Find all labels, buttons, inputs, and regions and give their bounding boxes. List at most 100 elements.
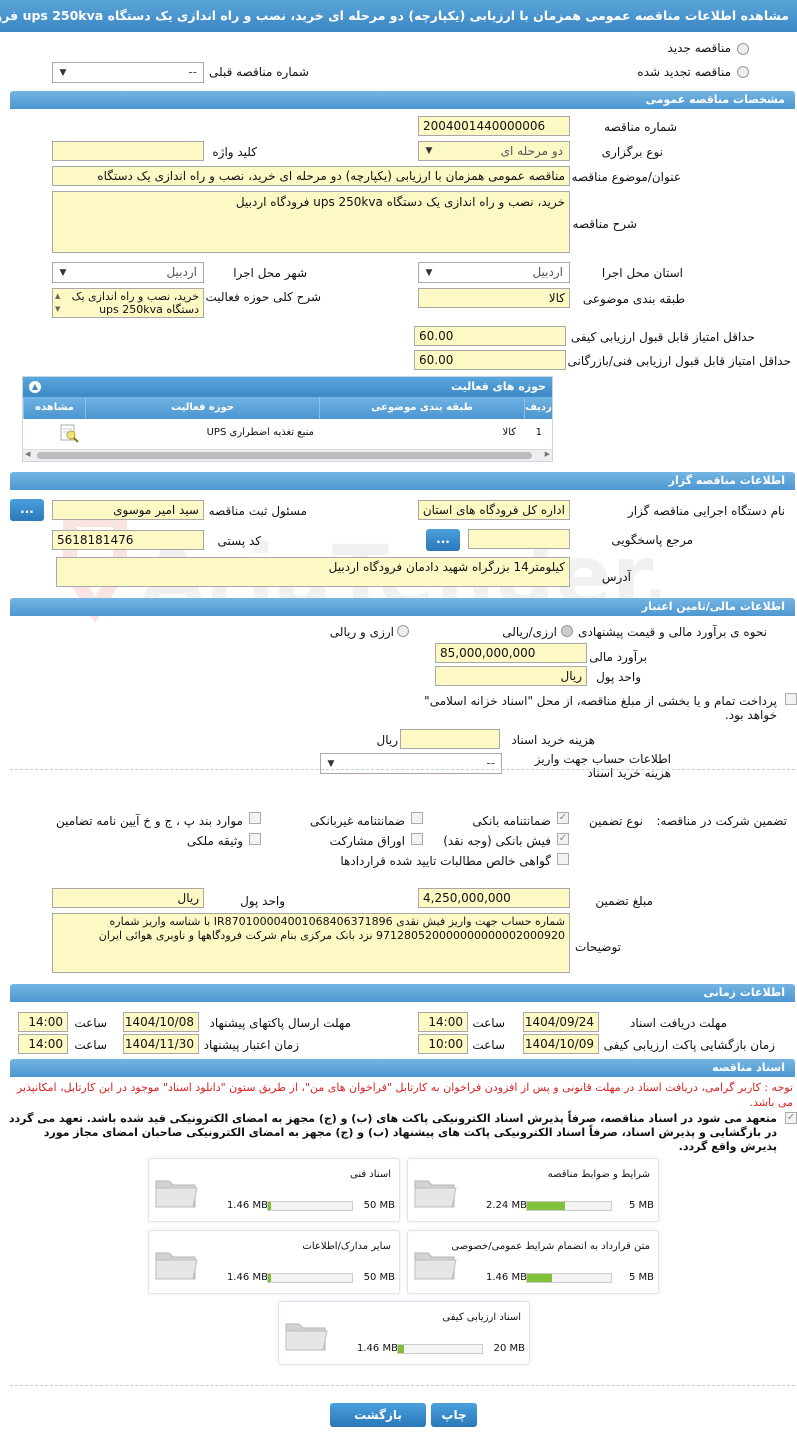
guarantee-unit-field[interactable]: ریال (52, 888, 204, 908)
send-time-label: ساعت (74, 1016, 107, 1030)
prev-number-select[interactable]: -- ▼ (52, 62, 204, 83)
commitment-checkbox[interactable]: ✓ (785, 1112, 797, 1124)
postal-field[interactable]: 5618181476 (52, 530, 204, 550)
doc-receive-time[interactable]: 14:00 (418, 1012, 468, 1032)
doc-card-title: متن قرارداد به انضمام شرایط عمومی/خصوصی (451, 1241, 650, 1252)
treasury-checkbox[interactable] (785, 693, 797, 705)
org-field[interactable]: اداره کل فرودگاه های استان (418, 500, 570, 520)
min-quality-label: حداقل امتیاز قابل قبول ارزیابی کیفی (570, 330, 755, 344)
estimate-label: نحوه ی برآورد مالی و قیمت پیشنهادی (578, 625, 767, 639)
print-button[interactable]: چاپ (431, 1403, 477, 1427)
doc-card-progress (397, 1344, 483, 1354)
activity-value: خرید، نصب و راه اندازی یک دستگاه ups 250… (71, 290, 199, 316)
doc-card-2[interactable]: اسناد فنی 1.46 MB 50 MB (148, 1158, 400, 1222)
currency-rial-radio[interactable] (561, 625, 573, 637)
doc-card-4[interactable]: سایر مدارک/اطلاعات 1.46 MB 50 MB (148, 1230, 400, 1294)
subject-field[interactable]: مناقصه عمومی همزمان با ارزیابی (یکپارچه)… (52, 166, 570, 186)
bank-receipt-checkbox[interactable]: ✓ (557, 833, 569, 845)
doc-card-max: 5 MB (628, 1272, 654, 1283)
address-field[interactable]: کیلومتر14 بزرگراه شهید دادمان فرودگاه ار… (56, 557, 570, 587)
chevron-down-icon: ▼ (425, 146, 433, 156)
send-date[interactable]: 1404/10/08 (123, 1012, 199, 1032)
folder-icon (283, 1314, 329, 1354)
bonds-label: اوراق مشارکت (329, 834, 405, 848)
regulation-items-checkbox[interactable] (249, 812, 261, 824)
nonbank-guarantee-checkbox[interactable] (411, 812, 423, 824)
validity-date[interactable]: 1404/11/30 (123, 1034, 199, 1054)
doc-receive-time-label: ساعت (472, 1016, 505, 1030)
doc-card-3[interactable]: متن قرارداد به انضمام شرایط عمومی/خصوصی 1… (407, 1230, 659, 1294)
activity-field[interactable]: خرید، نصب و راه اندازی یک دستگاه ups 250… (52, 288, 204, 318)
province-select[interactable]: اردبیل ▼ (418, 262, 570, 283)
doc-card-5[interactable]: اسناد ارزیابی کیفی 1.46 MB 20 MB (278, 1301, 530, 1365)
type-select[interactable]: دو مرحله ای ▼ (418, 141, 570, 161)
new-tender-label: مناقصه جدید (667, 41, 731, 55)
responsible-field[interactable]: سید امیر موسوی (52, 500, 204, 520)
keyword-field[interactable] (52, 141, 204, 161)
send-time[interactable]: 14:00 (18, 1012, 68, 1032)
property-checkbox[interactable] (249, 833, 261, 845)
estimate-amount-field[interactable]: 85,000,000,000 (435, 643, 587, 663)
number-field[interactable]: 2004001440000006 (418, 116, 570, 136)
scroll-left-icon[interactable]: ◀ (25, 450, 30, 458)
open-date[interactable]: 1404/10/09 (523, 1034, 599, 1054)
guarantee-unit-label: واحد پول (240, 894, 285, 908)
new-tender-radio[interactable] (737, 43, 749, 55)
doc-receive-date[interactable]: 1404/09/24 (523, 1012, 599, 1032)
select-responsible-button[interactable]: ... (10, 499, 44, 521)
min-quality-field[interactable]: 60.00 (414, 326, 566, 346)
doc-receive-label: مهلت دریافت اسناد (629, 1016, 727, 1030)
open-time[interactable]: 10:00 (418, 1034, 468, 1054)
timing-section-header: اطلاعات زمانی (10, 984, 795, 1002)
bank-guarantee-checkbox[interactable]: ✓ (557, 812, 569, 824)
doc-card-title: اسناد ارزیابی کیفی (442, 1312, 521, 1323)
guarantee-amount-field[interactable]: 4,250,000,000 (418, 888, 570, 908)
ref-field[interactable] (468, 529, 570, 549)
doc-card-max: 50 MB (363, 1272, 395, 1283)
city-value: اردبیل (166, 265, 197, 279)
account-select[interactable]: -- ▼ (320, 753, 502, 774)
min-tech-label: حداقل امتیاز قابل قبول ارزیابی فنی/بازرگ… (567, 354, 791, 368)
chevron-down-icon: ▼ (59, 267, 67, 278)
min-tech-field[interactable]: 60.00 (414, 350, 566, 370)
currency-and-rial-radio[interactable] (397, 625, 409, 637)
renewed-tender-radio[interactable] (737, 66, 749, 78)
open-time-label: ساعت (472, 1038, 505, 1052)
bonds-checkbox[interactable] (411, 833, 423, 845)
scroll-arrows-icon[interactable]: ▲ ▼ (55, 290, 60, 316)
back-button[interactable]: بازگشت (330, 1403, 426, 1427)
claims-cert-label: گواهی خالص مطالبات تایید شده قراردادها (340, 854, 551, 868)
col-field: حوزه فعالیت (85, 397, 319, 419)
desc-field[interactable]: خرید، نصب و راه اندازی یک دستگاه ups 250… (52, 191, 570, 253)
doc-card-size: 1.46 MB (357, 1343, 398, 1354)
scrollbar-thumb[interactable] (37, 452, 532, 459)
notes-field[interactable]: شماره حساب جهت واریز فیش نقدی IR87010000… (52, 913, 570, 973)
select-ref-button[interactable]: ... (426, 529, 460, 551)
category-field[interactable]: کالا (418, 288, 570, 308)
doc-card-title: سایر مدارک/اطلاعات (302, 1241, 391, 1252)
folder-icon (153, 1171, 199, 1211)
postal-label: کد پستی (217, 534, 262, 548)
validity-time[interactable]: 14:00 (18, 1034, 68, 1054)
commitment-text: متعهد می شود در اسناد مناقصه، صرفاً پذیر… (8, 1112, 777, 1153)
unit-field[interactable]: ریال (435, 666, 587, 686)
unit-label: واحد پول (596, 670, 641, 684)
type-label: نوع برگزاری (601, 145, 663, 159)
doc-card-size: 1.46 MB (486, 1272, 527, 1283)
horizontal-scrollbar[interactable]: ◀ ▶ (23, 449, 552, 461)
city-select[interactable]: اردبیل ▼ (52, 262, 204, 283)
row-number: 1 (535, 427, 542, 438)
claims-cert-checkbox[interactable] (557, 853, 569, 865)
activities-grid-title: حوزه های فعالیت (23, 377, 552, 397)
col-category: طبقه بندی موضوعی (319, 397, 524, 419)
doc-card-1[interactable]: شرایط و ضوابط مناقصه 2.24 MB 5 MB (407, 1158, 659, 1222)
doc-cost-field[interactable] (400, 729, 500, 749)
view-details-icon[interactable] (59, 423, 79, 443)
chevron-down-icon: ▼ (59, 67, 67, 78)
account-value: -- (486, 756, 495, 770)
doc-card-progress (526, 1273, 612, 1283)
collapse-icon[interactable]: ▲ (29, 381, 41, 393)
keyword-label: کلید واژه (212, 145, 257, 159)
scroll-right-icon[interactable]: ▶ (545, 450, 550, 458)
province-label: استان محل اجرا (601, 266, 683, 280)
